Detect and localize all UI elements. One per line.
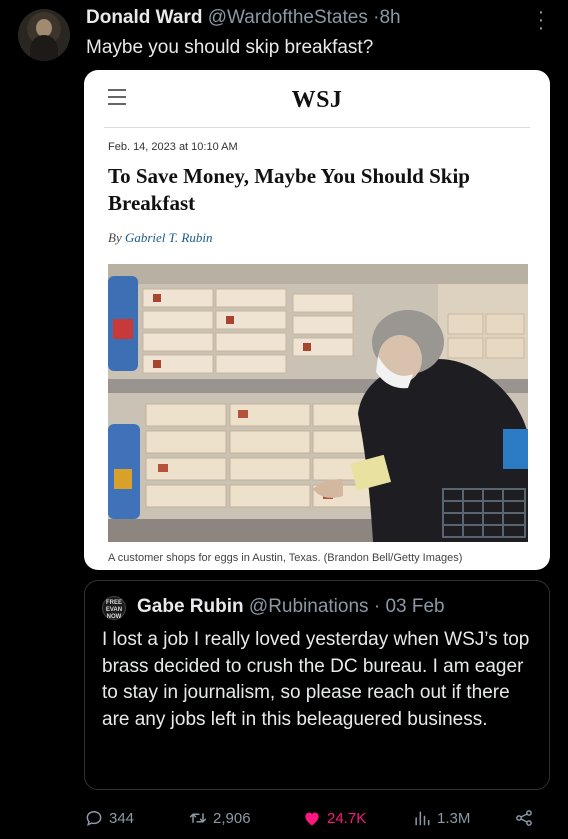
divider	[104, 127, 530, 128]
quoted-tweet-text: I lost a job I really loved yesterday wh…	[102, 629, 530, 730]
retweet-icon	[189, 813, 207, 823]
share-button[interactable]	[514, 808, 534, 828]
quoted-tweet[interactable]: FREE EVAN NOW Gabe Rubin @Rubinations · …	[84, 580, 550, 790]
quoted-author-avatar[interactable]: FREE EVAN NOW	[102, 596, 126, 620]
article-byline: By Gabriel T. Rubin	[108, 230, 213, 245]
article-image-card[interactable]: WSJ Feb. 14, 2023 at 10:10 AM To Save Mo…	[84, 70, 550, 570]
byline-author: Gabriel T. Rubin	[124, 230, 213, 245]
tweet-time[interactable]: 8h	[379, 7, 400, 28]
share-icon	[516, 810, 532, 826]
separator-dot: ·	[373, 596, 381, 617]
tweet-text: Maybe you should skip breakfast?	[86, 37, 374, 58]
tweet-action-bar: 344 2,906 24.7K 1.3M	[84, 808, 550, 832]
more-options-icon[interactable]: · · ·	[535, 2, 547, 38]
quoted-author-name[interactable]: Gabe Rubin	[137, 596, 244, 617]
author-name[interactable]: Donald Ward	[86, 7, 202, 28]
heart-icon	[305, 812, 319, 826]
quoted-tweet-header: Gabe Rubin @Rubinations · 03 Feb	[137, 596, 445, 618]
reply-icon	[86, 810, 102, 827]
retweet-button[interactable]: 2,906	[188, 808, 251, 828]
article-date: Feb. 14, 2023 at 10:10 AM	[108, 141, 238, 153]
quoted-tweet-time[interactable]: 03 Feb	[385, 596, 444, 617]
author-avatar[interactable]	[18, 9, 70, 61]
like-button[interactable]: 24.7K	[302, 808, 366, 828]
photo-caption: A customer shops for eggs in Austin, Tex…	[108, 552, 463, 564]
wsj-logo: WSJ	[291, 87, 343, 113]
views-icon	[415, 811, 430, 826]
wsj-topbar: WSJ	[84, 70, 550, 128]
author-handle[interactable]: @WardoftheStates	[208, 7, 368, 28]
tweet: Donald Ward @WardoftheStates ·8h · · · May…	[0, 0, 568, 839]
views-count: 1.3M	[437, 809, 471, 827]
article-headline: To Save Money, Maybe You Should Skip Bre…	[108, 164, 470, 215]
like-count: 24.7K	[327, 809, 367, 827]
quoted-author-handle[interactable]: @Rubinations	[249, 596, 369, 617]
reply-button[interactable]: 344	[84, 808, 134, 828]
tweet-header: Donald Ward @WardoftheStates ·8h	[86, 7, 401, 29]
retweet-count: 2,906	[213, 809, 251, 827]
views-button[interactable]: 1.3M	[412, 808, 470, 828]
article-photo	[108, 264, 528, 542]
reply-count: 344	[109, 809, 135, 827]
